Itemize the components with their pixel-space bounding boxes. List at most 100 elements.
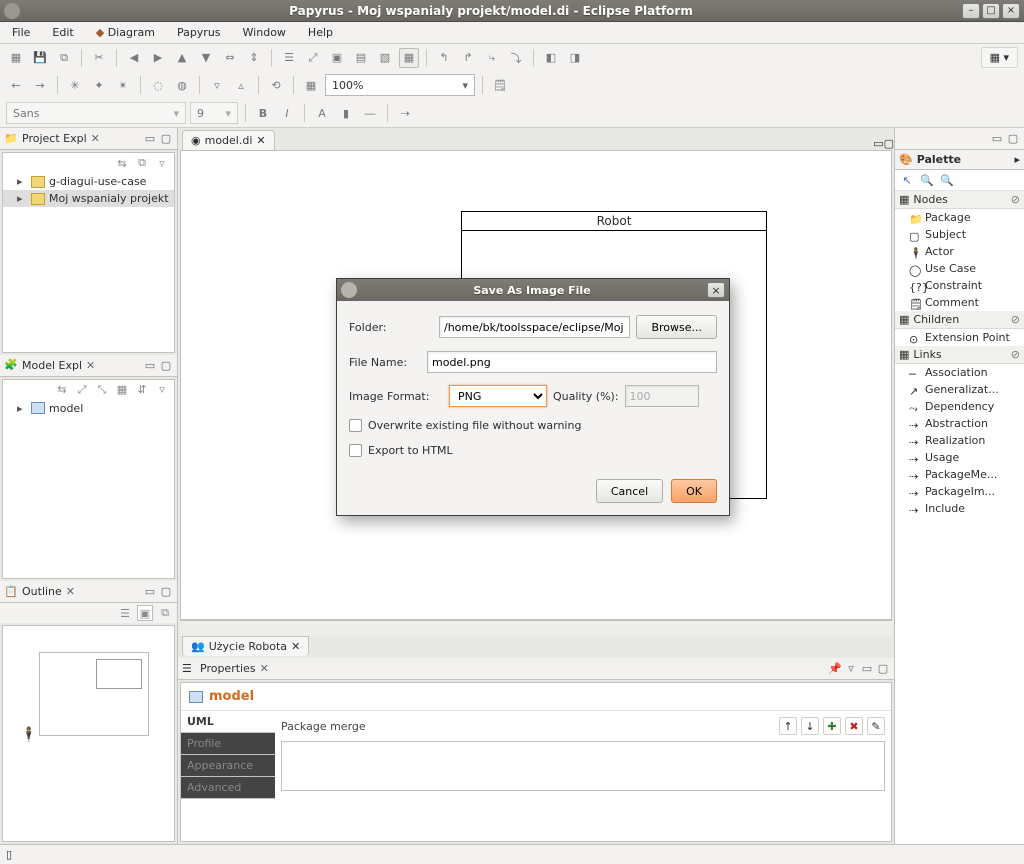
palette-group-links[interactable]: ▦Links⊘ xyxy=(895,346,1024,364)
menu-diagram[interactable]: Diagram xyxy=(90,24,161,41)
outline-tree-icon[interactable]: ☰ xyxy=(117,605,133,621)
outline-overview-icon[interactable]: ▣ xyxy=(137,605,153,621)
menu-papyrus[interactable]: Papyrus xyxy=(171,24,227,41)
tool-d-icon[interactable]: ◌ xyxy=(148,75,168,95)
maximize-view-icon[interactable]: ▢ xyxy=(159,585,173,599)
align-top-icon[interactable]: ▲ xyxy=(172,48,192,68)
me-expand-icon[interactable]: ⤢ xyxy=(74,382,90,398)
me-collapse-icon[interactable]: ⤡ xyxy=(94,382,110,398)
grid-icon[interactable]: ▦ xyxy=(301,75,321,95)
editor-minimize-icon[interactable]: ▭ xyxy=(873,137,883,150)
cancel-button[interactable]: Cancel xyxy=(596,479,663,503)
palette-item-constraint[interactable]: {?}Constraint xyxy=(895,277,1024,294)
save-icon[interactable]: 💾 xyxy=(30,48,50,68)
align-left-icon[interactable]: ◀ xyxy=(124,48,144,68)
tree-row[interactable]: ▸ g-diagui-use-case xyxy=(3,173,174,190)
properties-tab-uml[interactable]: UML xyxy=(181,711,275,733)
add-icon[interactable]: ✚ xyxy=(823,717,841,735)
props-pin-icon[interactable]: 📌 xyxy=(828,662,842,676)
minimize-view-icon[interactable]: ▭ xyxy=(860,662,874,676)
maximize-view-icon[interactable]: ▢ xyxy=(159,132,173,146)
palette-item-actor[interactable]: 🕴Actor xyxy=(895,243,1024,260)
image-format-select[interactable]: PNG xyxy=(449,385,547,407)
me-menu-icon[interactable]: ▿ xyxy=(154,382,170,398)
filename-input[interactable] xyxy=(427,351,717,373)
palette-item-extension-point[interactable]: ⊙Extension Point xyxy=(895,329,1024,346)
notes-icon[interactable]: 🗒 xyxy=(490,75,510,95)
zoom-combo[interactable]: 100% xyxy=(325,74,475,96)
cut-icon[interactable]: ✂ xyxy=(89,48,109,68)
maximize-view-icon[interactable]: ▢ xyxy=(876,662,890,676)
tool-h-icon[interactable]: ⟲ xyxy=(266,75,286,95)
inner-diagram-tab[interactable]: 👥 Użycie Robota ✕ xyxy=(182,636,309,656)
align-bottom-icon[interactable]: ▼ xyxy=(196,48,216,68)
browse-button[interactable]: Browse... xyxy=(636,315,717,339)
me-sort-icon[interactable]: ⇵ xyxy=(134,382,150,398)
palette-group-nodes[interactable]: ▦Nodes⊘ xyxy=(895,191,1024,209)
palette-item-subject[interactable]: ▢Subject xyxy=(895,226,1024,243)
palette-item-packageimport[interactable]: ⇢PackageIm... xyxy=(895,483,1024,500)
project-explorer-tab[interactable]: 📁 Project Expl ✕ ▭ ▢ xyxy=(0,128,177,150)
ok-button[interactable]: OK xyxy=(671,479,717,503)
router-1-icon[interactable]: ↰ xyxy=(434,48,454,68)
palette-item-abstraction[interactable]: ⇢Abstraction xyxy=(895,415,1024,432)
minimize-view-icon[interactable]: ▭ xyxy=(143,585,157,599)
tool-a-icon[interactable]: ✳ xyxy=(65,75,85,95)
tool-e-icon[interactable]: ◍ xyxy=(172,75,192,95)
dialog-close-button[interactable]: × xyxy=(707,282,725,298)
delete-icon[interactable]: ✖ xyxy=(845,717,863,735)
font-color-icon[interactable]: A xyxy=(312,103,332,123)
tool-g-icon[interactable]: ▵ xyxy=(231,75,251,95)
palette-item-generalization[interactable]: ↗Generalizat... xyxy=(895,381,1024,398)
line-color-icon[interactable]: ― xyxy=(360,103,380,123)
distribute-icon[interactable]: ☰ xyxy=(279,48,299,68)
close-icon[interactable]: ✕ xyxy=(260,662,269,675)
properties-tab-profile[interactable]: Profile xyxy=(181,733,275,755)
palette-item-usage[interactable]: ⇢Usage xyxy=(895,449,1024,466)
export-html-checkbox[interactable]: Export to HTML xyxy=(349,444,717,457)
ungroup-icon[interactable]: ▤ xyxy=(351,48,371,68)
selection-icon[interactable]: ▦ xyxy=(399,48,419,68)
model-explorer-tab[interactable]: 🧩 Model Expl ✕ ▭ ▢ xyxy=(0,355,177,377)
close-icon[interactable]: ✕ xyxy=(66,585,75,598)
palette-item-realization[interactable]: ⇢Realization xyxy=(895,432,1024,449)
group-icon[interactable]: ▣ xyxy=(327,48,347,68)
align-center-h-icon[interactable]: ⇔ xyxy=(220,48,240,68)
select-tool-icon[interactable]: ↖ xyxy=(899,172,915,188)
tree-row[interactable]: ▸ Moj wspanialy projekt xyxy=(3,190,174,207)
minimize-button[interactable]: – xyxy=(962,3,980,19)
palette-item-usecase[interactable]: ◯Use Case xyxy=(895,260,1024,277)
menu-edit[interactable]: Edit xyxy=(46,24,79,41)
menu-window[interactable]: Window xyxy=(237,24,292,41)
line-style-icon[interactable]: ⇢ xyxy=(395,103,415,123)
close-icon[interactable]: ✕ xyxy=(256,134,265,147)
folder-input[interactable] xyxy=(439,316,630,338)
palette-group-children[interactable]: ▦Children⊘ xyxy=(895,311,1024,329)
palette-item-dependency[interactable]: ⤳Dependency xyxy=(895,398,1024,415)
properties-tab-appearance[interactable]: Appearance xyxy=(181,755,275,777)
chevron-right-icon[interactable]: ▸ xyxy=(1014,153,1020,166)
close-icon[interactable]: ✕ xyxy=(91,132,100,145)
autosize-icon[interactable]: ⤢ xyxy=(303,48,323,68)
font-size-combo[interactable]: 9 xyxy=(190,102,238,124)
link-editor-icon[interactable]: ⧉ xyxy=(134,155,150,171)
view-menu-icon[interactable]: ▿ xyxy=(154,155,170,171)
overwrite-checkbox[interactable]: Overwrite existing file without warning xyxy=(349,419,717,432)
minimize-view-icon[interactable]: ▭ xyxy=(143,132,157,146)
me-new-icon[interactable]: ▦ xyxy=(114,382,130,398)
zoom-in-icon[interactable]: 🔍 xyxy=(919,172,935,188)
palette-item-comment[interactable]: 🗒Comment xyxy=(895,294,1024,311)
palette-item-packagemerge[interactable]: ⇢PackageMe... xyxy=(895,466,1024,483)
edit-icon[interactable]: ✎ xyxy=(867,717,885,735)
tool-f-icon[interactable]: ▿ xyxy=(207,75,227,95)
palette-item-package[interactable]: 📁Package xyxy=(895,209,1024,226)
palette-item-include[interactable]: ⇢Include xyxy=(895,500,1024,517)
properties-tab-advanced[interactable]: Advanced xyxy=(181,777,275,799)
zoom-out-icon[interactable]: 🔍 xyxy=(939,172,955,188)
align-right-icon[interactable]: ▶ xyxy=(148,48,168,68)
tree-row[interactable]: ▸ model xyxy=(3,400,174,417)
close-icon[interactable]: ✕ xyxy=(86,359,95,372)
front-icon[interactable]: ▧ xyxy=(375,48,395,68)
dialog-titlebar[interactable]: Save As Image File × xyxy=(337,279,729,301)
outline-overview[interactable]: 🕴 xyxy=(2,625,175,842)
